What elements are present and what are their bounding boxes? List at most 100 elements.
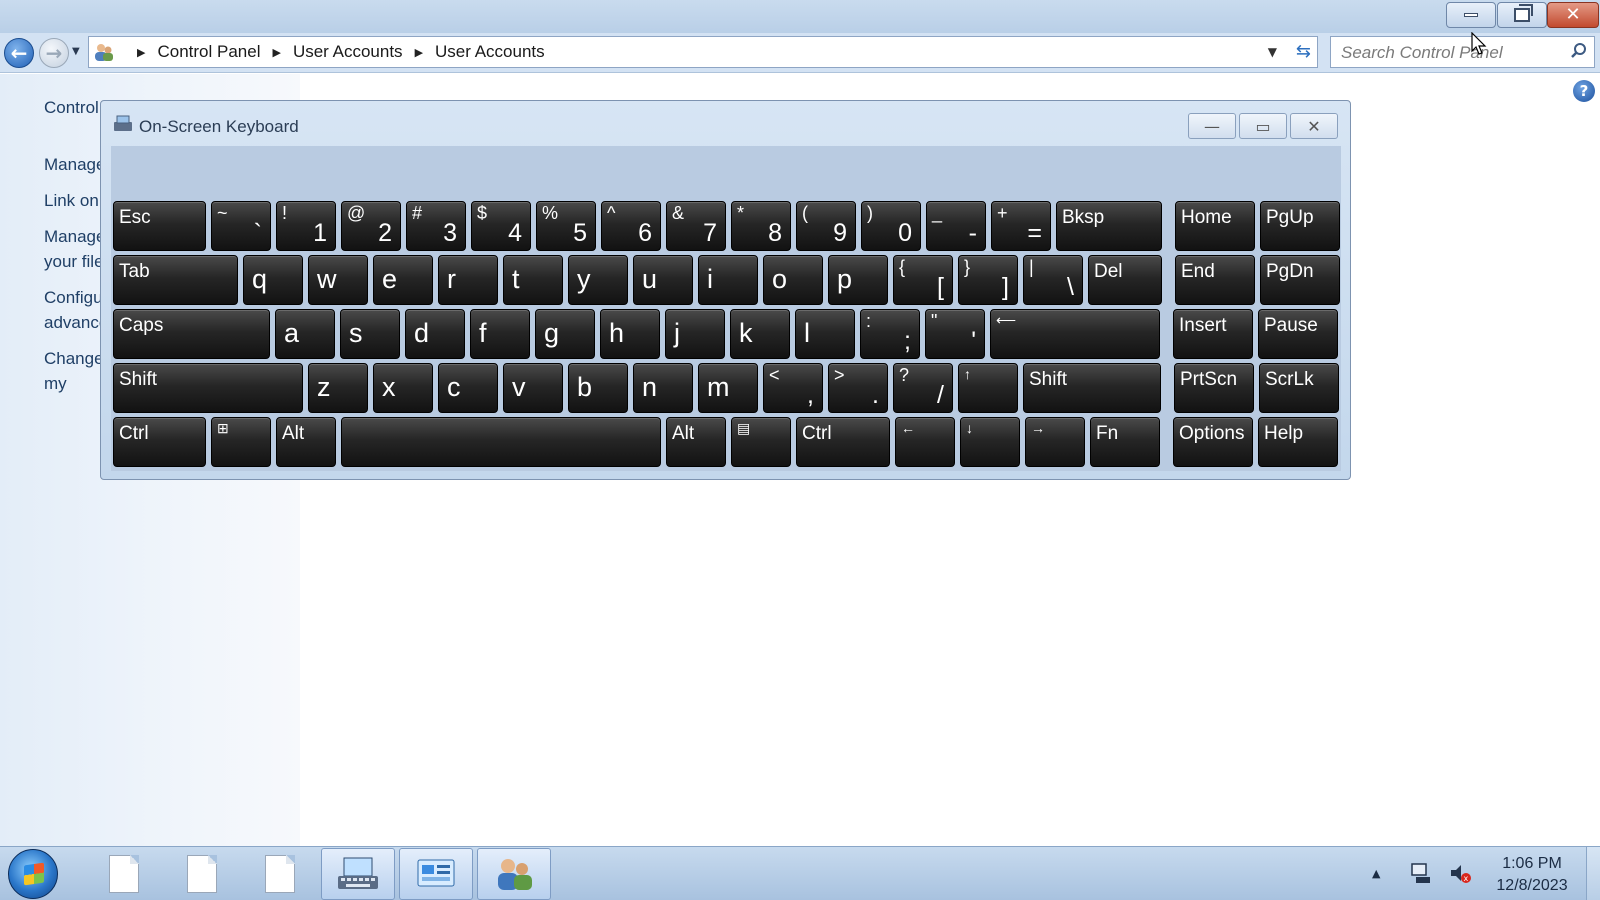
key-c[interactable]: c [438,363,498,413]
key-x[interactable]: x [373,363,433,413]
taskbar-control-panel[interactable] [399,848,473,900]
osk-maximize-button[interactable]: ▭ [1239,113,1287,139]
key-win[interactable]: ⊞ [211,417,271,467]
key-f[interactable]: f [470,309,530,359]
key-prtscn[interactable]: PrtScn [1174,363,1254,413]
breadcrumb-separator-icon[interactable]: ▶ [415,46,423,59]
key-enter[interactable]: ⟵ [990,309,1160,359]
key-insert[interactable]: Insert [1173,309,1253,359]
breadcrumb-separator-icon[interactable]: ▶ [272,46,280,59]
key-end[interactable]: End [1175,255,1255,305]
forward-button[interactable]: → [39,38,69,68]
key-v[interactable]: v [503,363,563,413]
restore-button[interactable] [1497,2,1547,28]
key-esc[interactable]: Esc [113,201,206,251]
key-up[interactable]: ↑ [958,363,1018,413]
show-desktop-button[interactable] [1586,847,1600,900]
key-l[interactable]: l [795,309,855,359]
key-ralt[interactable]: Alt [666,417,726,467]
osk-minimize-button[interactable]: — [1188,113,1236,139]
key-tilde[interactable]: ~ ` [211,201,271,251]
key-s[interactable]: s [340,309,400,359]
volume-muted-icon[interactable]: x [1448,861,1472,885]
key-pgdn[interactable]: PgDn [1260,255,1340,305]
key-down[interactable]: ↓ [960,417,1020,467]
taskbar-document-1[interactable] [87,848,161,900]
key-t[interactable]: t [503,255,563,305]
breadcrumb-separator-icon[interactable]: ▶ [137,46,145,59]
address-bar[interactable]: ▶ Control Panel ▶ User Accounts ▶ User A… [88,36,1318,68]
manage-credentials-link[interactable]: Manage your credentials [44,152,104,177]
help-icon[interactable]: ? [1573,80,1595,102]
key-g[interactable]: g [535,309,595,359]
key-2[interactable]: @2 [341,201,401,251]
breadcrumb-user-accounts-current[interactable]: User Accounts [435,42,545,62]
key-slash[interactable]: ? / [893,363,953,413]
key-period[interactable]: >. [828,363,888,413]
key-tab[interactable]: Tab [113,255,238,305]
key-rshift[interactable]: Shift [1023,363,1161,413]
osk-close-button[interactable]: ✕ [1290,113,1338,139]
key-j[interactable]: j [665,309,725,359]
key-comma[interactable]: <, [763,363,823,413]
key-semicolon[interactable]: :; [860,309,920,359]
key-b[interactable]: b [568,363,628,413]
recent-pages-dropdown[interactable]: ▼ [72,46,80,57]
key-a[interactable]: a [275,309,335,359]
key-pgup[interactable]: PgUp [1260,201,1340,251]
key-8[interactable]: * 8 [731,201,791,251]
key-right[interactable]: → [1025,417,1085,467]
file-encryption-link[interactable]: Manage your file encryption certificates [44,224,104,274]
taskbar-document-3[interactable] [243,848,317,900]
key-3[interactable]: #3 [406,201,466,251]
key-9[interactable]: (9 [796,201,856,251]
key-lshift[interactable]: Shift [113,363,303,413]
search-icon[interactable] [1570,42,1588,60]
address-history-dropdown[interactable]: ▼ [1268,45,1277,59]
key-minus[interactable]: _ - [926,201,986,251]
advanced-profile-link[interactable]: Configure advanced user profile properti… [44,285,104,335]
refresh-icon[interactable]: ⇆ [1296,41,1311,62]
key-backslash[interactable]: | \ [1023,255,1083,305]
key-scrlk[interactable]: ScrLk [1259,363,1339,413]
back-button[interactable]: ← [4,38,34,68]
key-home[interactable]: Home [1175,201,1255,251]
key-4[interactable]: $4 [471,201,531,251]
taskbar-user-accounts[interactable] [477,848,551,900]
key-options[interactable]: Options [1173,417,1253,467]
show-hidden-icons-button[interactable]: ▲ [1372,867,1380,880]
key-caps[interactable]: Caps [113,309,270,359]
taskbar-on-screen-keyboard[interactable] [321,848,395,900]
key-p[interactable]: p [828,255,888,305]
search-box[interactable]: Search Control Panel [1330,36,1595,68]
breadcrumb-user-accounts[interactable]: User Accounts [293,42,403,62]
key-bksp[interactable]: Bksp [1056,201,1162,251]
clock[interactable]: 1:06 PM 12/8/2023 [1480,853,1584,897]
key-6[interactable]: ^ 6 [601,201,661,251]
key-rctrl[interactable]: Ctrl [796,417,890,467]
key-7[interactable]: & 7 [666,201,726,251]
key-h[interactable]: h [600,309,660,359]
start-button[interactable] [8,849,58,899]
key-pause[interactable]: Pause [1258,309,1338,359]
key-e[interactable]: e [373,255,433,305]
close-button[interactable]: ✕ [1547,2,1599,28]
key-d[interactable]: d [405,309,465,359]
link-online-ids-link[interactable]: Link online IDs [44,188,104,213]
key-o[interactable]: o [763,255,823,305]
key-del[interactable]: Del [1088,255,1162,305]
key-m[interactable]: m [698,363,758,413]
breadcrumb-control-panel[interactable]: Control Panel [157,42,260,62]
taskbar-document-2[interactable] [165,848,239,900]
environment-variables-link[interactable]: Change my environment variables [44,346,104,396]
key-lbracket[interactable]: {[ [893,255,953,305]
key-help[interactable]: Help [1258,417,1338,467]
key-equals[interactable]: + = [991,201,1051,251]
key-1[interactable]: ! 1 [276,201,336,251]
key-i[interactable]: i [698,255,758,305]
key-quote[interactable]: " ' [925,309,985,359]
key-k[interactable]: k [730,309,790,359]
key-0[interactable]: ) 0 [861,201,921,251]
key-left[interactable]: ← [895,417,955,467]
key-z[interactable]: z [308,363,368,413]
